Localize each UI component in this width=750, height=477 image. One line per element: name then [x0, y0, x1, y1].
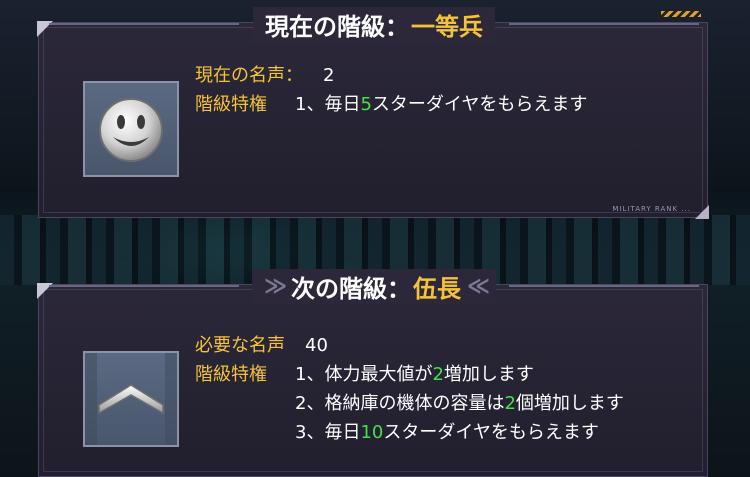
current-rank-panel: 現在の階級： 一等兵 現在の名声： 2 階級特権 1、毎日5スターダイヤをもらえ…: [37, 6, 709, 219]
smiley-rank-icon: [83, 81, 179, 177]
privilege-text: 1、体力最大値が: [295, 364, 433, 385]
current-fame-label: 現在の名声：: [195, 65, 303, 86]
privilege-item: 2、格納庫の機体の容量は2個増加します: [295, 389, 624, 418]
military-rank-tag: MILITARY RANK ...: [612, 205, 691, 213]
chevron-rank-icon: [83, 351, 179, 447]
current-rank-info: 現在の名声： 2 階級特権 1、毎日5スターダイヤをもらえます: [195, 61, 587, 119]
privilege-text: 3、毎日: [295, 422, 361, 443]
next-rank-name: 伍長: [413, 274, 461, 303]
privilege-number: 2: [504, 393, 516, 414]
next-fame-row: 必要な名声 40: [195, 331, 624, 360]
next-rank-info: 必要な名声 40 階級特権 1、体力最大値が2増加します 2、格納庫の機体の容量…: [195, 331, 624, 447]
privilege-text: 1、毎日: [295, 94, 361, 115]
privilege-item: 1、体力最大値が2増加します: [295, 360, 534, 389]
privilege-item: 3、毎日10スターダイヤをもらえます: [295, 418, 599, 447]
privilege-text: スターダイヤをもらえます: [383, 422, 599, 443]
current-rank-title-prefix: 現在の階級：: [265, 12, 409, 41]
next-privilege-row: 2、格納庫の機体の容量は2個増加します: [195, 389, 624, 418]
next-fame-value: 40: [305, 335, 328, 356]
next-privilege-row: 3、毎日10スターダイヤをもらえます: [195, 418, 624, 447]
current-rank-title: 現在の階級： 一等兵: [253, 6, 495, 42]
next-privilege-row: 階級特権 1、体力最大値が2増加します: [195, 360, 624, 389]
next-rank-panel: ≫ 次の階級： 伍長 ≪ 必要な名声 40 階級特権 1、体力最大値が2増加しま…: [37, 268, 708, 477]
privilege-text: スターダイヤをもらえます: [371, 94, 588, 115]
label-spacer: [195, 389, 295, 418]
current-privilege-row: 階級特権 1、毎日5スターダイヤをもらえます: [195, 90, 587, 119]
privilege-text: 2、格納庫の機体の容量は: [295, 393, 505, 414]
current-rank-name: 一等兵: [411, 12, 483, 41]
next-privilege-label: 階級特権: [195, 364, 267, 385]
next-rank-title: ≫ 次の階級： 伍長 ≪: [251, 268, 497, 304]
current-fame-value: 2: [323, 65, 335, 86]
privilege-number: 10: [360, 422, 384, 443]
current-privilege-label: 階級特権: [195, 94, 267, 115]
current-fame-row: 現在の名声： 2: [195, 61, 587, 90]
chevrons-left-icon: ≫: [263, 273, 287, 299]
corner-decoration: [695, 205, 709, 219]
privilege-number: 5: [360, 94, 372, 115]
chevrons-right-icon: ≪: [467, 273, 490, 299]
privilege-text: 増加します: [443, 364, 534, 385]
title-line: [509, 23, 699, 25]
label-spacer: [195, 418, 295, 447]
next-fame-label: 必要な名声: [195, 335, 285, 356]
privilege-number: 2: [432, 364, 444, 385]
next-rank-title-bar: ≫ 次の階級： 伍長 ≪: [39, 268, 709, 304]
privilege-text: 個増加します: [515, 393, 624, 414]
next-rank-title-prefix: 次の階級：: [291, 274, 411, 303]
privilege-item: 1、毎日5スターダイヤをもらえます: [295, 90, 587, 119]
title-line: [49, 23, 239, 25]
title-line: [49, 285, 239, 287]
current-rank-title-bar: 現在の階級： 一等兵: [39, 6, 709, 42]
title-line: [509, 285, 699, 287]
